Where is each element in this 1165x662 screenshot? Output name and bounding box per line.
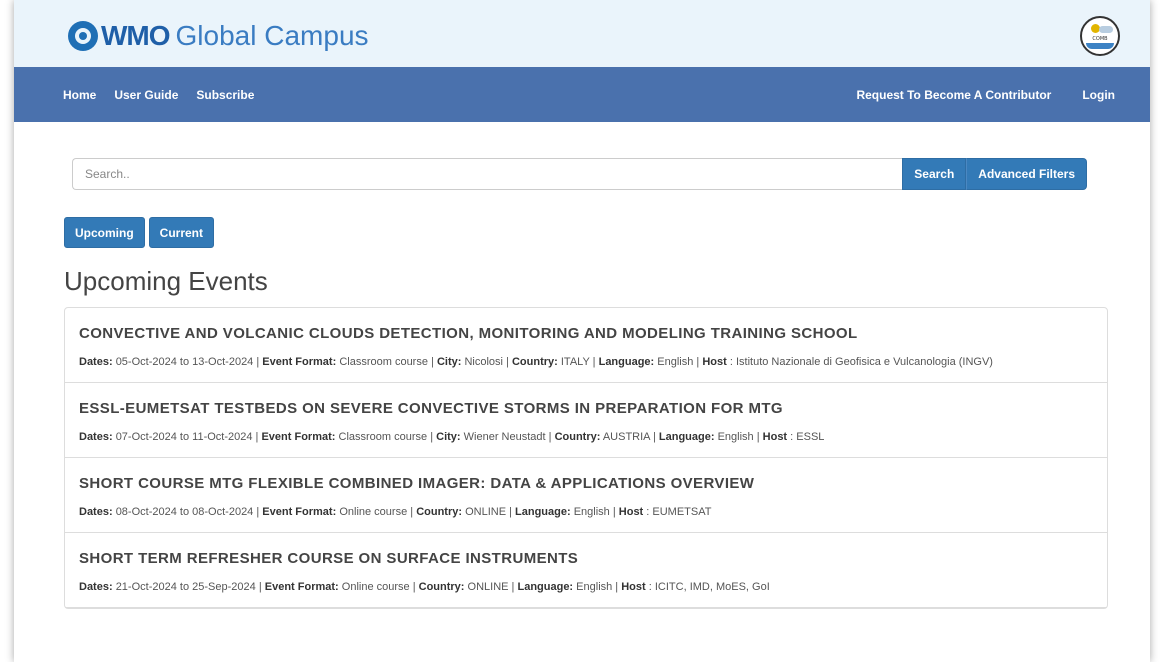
main-navbar: Home User Guide Subscribe Request To Bec… bbox=[14, 67, 1150, 122]
event-meta: Dates: 07-Oct-2024 to 11-Oct-2024 | Even… bbox=[79, 431, 825, 443]
search-bar: Search Advanced Filters bbox=[72, 158, 1087, 190]
event-meta: Dates: 05-Oct-2024 to 13-Oct-2024 | Even… bbox=[79, 356, 993, 368]
event-start-date: 07-Oct-2024 bbox=[115, 431, 177, 443]
format-label: Event Format: bbox=[262, 506, 337, 518]
event-format: Classroom course bbox=[339, 356, 428, 368]
country-label: Country: bbox=[418, 581, 465, 593]
event-language: English bbox=[717, 431, 754, 443]
language-label: Language: bbox=[515, 506, 571, 518]
search-button[interactable]: Search bbox=[902, 158, 967, 190]
event-start-date: 05-Oct-2024 bbox=[115, 356, 177, 368]
event-end-date: 25-Sep-2024 bbox=[192, 581, 256, 593]
country-label: Country: bbox=[416, 506, 463, 518]
format-label: Event Format: bbox=[262, 356, 337, 368]
event-title[interactable]: SHORT TERM REFRESHER COURSE ON SURFACE I… bbox=[79, 550, 1093, 567]
dates-label: Dates: bbox=[79, 506, 113, 518]
event-host: ESSL bbox=[796, 431, 825, 443]
city-label: City: bbox=[436, 356, 462, 368]
nav-right: Request To Become A Contributor Login bbox=[825, 88, 1115, 102]
event-format: Online course bbox=[339, 506, 408, 518]
event-meta: Dates: 08-Oct-2024 to 08-Oct-2024 | Even… bbox=[79, 506, 712, 518]
wmo-global-campus-logo[interactable]: WMO Global Campus bbox=[68, 20, 369, 52]
event-country: ONLINE bbox=[467, 581, 509, 593]
host-label: Host bbox=[618, 506, 644, 518]
event-format: Classroom course bbox=[338, 431, 428, 443]
format-label: Event Format: bbox=[261, 431, 336, 443]
event-country: AUSTRIA bbox=[602, 431, 650, 443]
event-item: SHORT COURSE MTG FLEXIBLE COMBINED IMAGE… bbox=[65, 458, 1107, 533]
nav-left: Home User Guide Subscribe bbox=[63, 88, 272, 102]
event-language: English bbox=[576, 581, 613, 593]
event-end-date: 08-Oct-2024 bbox=[192, 506, 254, 518]
city-label: City: bbox=[436, 431, 461, 443]
nav-home[interactable]: Home bbox=[63, 88, 96, 102]
event-language: English bbox=[657, 356, 694, 368]
event-host: EUMETSAT bbox=[652, 506, 712, 518]
event-title[interactable]: SHORT COURSE MTG FLEXIBLE COMBINED IMAGE… bbox=[79, 475, 1093, 492]
language-label: Language: bbox=[598, 356, 655, 368]
event-title[interactable]: CONVECTIVE AND VOLCANIC CLOUDS DETECTION… bbox=[79, 325, 1093, 342]
event-start-date: 21-Oct-2024 bbox=[115, 581, 177, 593]
wave-icon bbox=[1086, 43, 1114, 49]
date-separator: to bbox=[179, 506, 190, 518]
nav-user-guide[interactable]: User Guide bbox=[114, 88, 178, 102]
date-separator: to bbox=[179, 581, 190, 593]
country-label: Country: bbox=[554, 431, 601, 443]
event-end-date: 13-Oct-2024 bbox=[192, 356, 254, 368]
event-city: Nicolosi bbox=[464, 356, 503, 368]
event-list: CONVECTIVE AND VOLCANIC CLOUDS DETECTION… bbox=[64, 307, 1108, 609]
host-label: Host bbox=[621, 581, 646, 593]
event-country: ONLINE bbox=[465, 506, 507, 518]
partner-logo-text: COMB bbox=[1092, 36, 1108, 42]
event-item: CONVECTIVE AND VOLCANIC CLOUDS DETECTION… bbox=[65, 308, 1107, 383]
event-host: Istituto Nazionale di Geofisica e Vulcan… bbox=[735, 356, 993, 368]
tab-upcoming[interactable]: Upcoming bbox=[64, 217, 145, 248]
date-separator: to bbox=[179, 356, 190, 368]
event-country: ITALY bbox=[560, 356, 590, 368]
nav-request-contributor[interactable]: Request To Become A Contributor bbox=[856, 88, 1051, 102]
nav-login[interactable]: Login bbox=[1082, 88, 1115, 102]
tab-current[interactable]: Current bbox=[148, 217, 215, 248]
cloud-icon bbox=[1099, 26, 1113, 33]
event-item: ESSL-EUMETSAT TESTBEDS ON SEVERE CONVECT… bbox=[65, 383, 1107, 458]
page-title: Upcoming Events bbox=[64, 266, 268, 296]
event-start-date: 08-Oct-2024 bbox=[115, 506, 177, 518]
host-label: Host bbox=[702, 356, 727, 368]
search-input[interactable] bbox=[72, 158, 903, 190]
dates-label: Dates: bbox=[79, 581, 113, 593]
browser-page: WMO Global Campus COMB Home User Guide S… bbox=[14, 0, 1150, 662]
event-item: SHORT TERM REFRESHER COURSE ON SURFACE I… bbox=[65, 533, 1107, 608]
un-emblem-icon bbox=[68, 21, 98, 51]
logo-strong-text: WMO bbox=[101, 20, 171, 51]
brand-header: WMO Global Campus COMB bbox=[14, 0, 1150, 67]
dates-label: Dates: bbox=[79, 356, 113, 368]
event-format: Online course bbox=[341, 581, 410, 593]
nav-subscribe[interactable]: Subscribe bbox=[196, 88, 254, 102]
event-host: ICITC, IMD, MoES, GoI bbox=[654, 581, 770, 593]
event-city: Wiener Neustadt bbox=[463, 431, 546, 443]
advanced-filters-button[interactable]: Advanced Filters bbox=[966, 158, 1087, 190]
language-label: Language: bbox=[517, 581, 574, 593]
logo-light-text: Global Campus bbox=[175, 20, 369, 51]
language-label: Language: bbox=[658, 431, 715, 443]
event-language: English bbox=[573, 506, 610, 518]
host-label: Host bbox=[762, 431, 788, 443]
dates-label: Dates: bbox=[79, 431, 113, 443]
partner-logo: COMB bbox=[1080, 16, 1120, 56]
event-meta: Dates: 21-Oct-2024 to 25-Sep-2024 | Even… bbox=[79, 581, 770, 593]
date-separator: to bbox=[179, 431, 190, 443]
country-label: Country: bbox=[511, 356, 558, 368]
event-end-date: 11-Oct-2024 bbox=[192, 431, 253, 443]
event-tabs: Upcoming Current bbox=[64, 217, 218, 248]
event-title[interactable]: ESSL-EUMETSAT TESTBEDS ON SEVERE CONVECT… bbox=[79, 400, 1093, 417]
format-label: Event Format: bbox=[264, 581, 339, 593]
